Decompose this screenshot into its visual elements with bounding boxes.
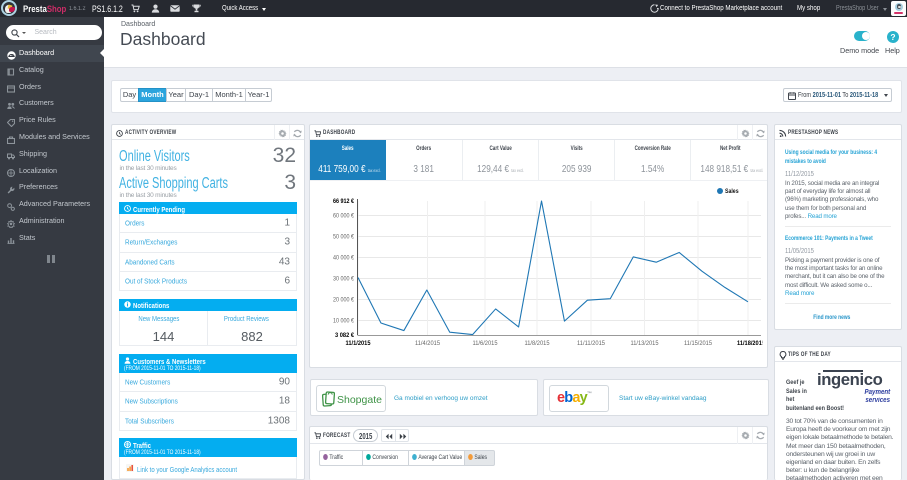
svg-text:11/8/2015: 11/8/2015: [525, 340, 550, 347]
svg-text:11/4/2015: 11/4/2015: [415, 340, 440, 347]
svg-text:50 000 €: 50 000 €: [333, 234, 354, 241]
svg-text:40 000 €: 40 000 €: [333, 254, 354, 261]
svg-text:11/1/2015: 11/1/2015: [346, 340, 371, 347]
svg-text:10 000 €: 10 000 €: [333, 317, 354, 324]
svg-text:20 000 €: 20 000 €: [333, 296, 354, 303]
svg-text:11/13/2015: 11/13/2015: [631, 340, 659, 347]
svg-text:11/15/2015: 11/15/2015: [684, 340, 712, 347]
svg-text:11/11/2015: 11/11/2015: [577, 340, 605, 347]
svg-text:66 912 €: 66 912 €: [333, 198, 354, 205]
svg-text:11/6/2015: 11/6/2015: [473, 340, 498, 347]
svg-text:30 000 €: 30 000 €: [333, 275, 354, 282]
svg-text:60 000 €: 60 000 €: [333, 213, 354, 220]
svg-text:11/18/2015: 11/18/2015: [737, 340, 765, 347]
svg-text:3 082 €: 3 082 €: [335, 332, 354, 339]
